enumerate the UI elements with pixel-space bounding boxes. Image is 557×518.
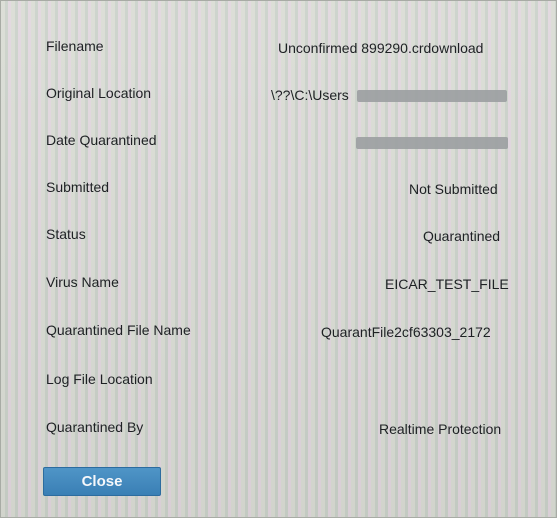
quarantined-file-name-value: QuarantFile2cf63303_2172	[321, 324, 491, 340]
redacted-path-block	[357, 90, 507, 102]
date-quarantined-label: Date Quarantined	[46, 132, 157, 148]
quarantine-details-dialog: Filename Unconfirmed 899290.crdownload O…	[0, 0, 557, 518]
virus-name-value: EICAR_TEST_FILE	[385, 276, 509, 292]
redacted-date-block	[356, 137, 508, 149]
quarantined-by-value: Realtime Protection	[379, 421, 502, 437]
detail-row-filename: Filename Unconfirmed 899290.crdownload	[1, 38, 557, 62]
detail-row-quarantined-file-name: Quarantined File Name QuarantFile2cf6330…	[1, 322, 557, 346]
original-location-label: Original Location	[46, 85, 152, 101]
close-button[interactable]: Close	[43, 467, 161, 496]
detail-row-submitted: Submitted Not Submitted	[1, 179, 557, 203]
detail-row-date-quarantined: Date Quarantined	[1, 132, 557, 156]
filename-value: Unconfirmed 899290.crdownload	[278, 40, 484, 56]
detail-row-status: Status Quarantined	[1, 226, 557, 250]
quarantined-by-label: Quarantined By	[46, 419, 144, 435]
submitted-label: Submitted	[46, 179, 110, 195]
detail-row-virus-name: Virus Name EICAR_TEST_FILE	[1, 274, 557, 298]
original-location-value: \??\C:\Users	[271, 87, 349, 103]
detail-row-log-file-location: Log File Location	[1, 371, 557, 395]
detail-row-quarantined-by: Quarantined By Realtime Protection	[1, 419, 557, 443]
quarantined-file-name-label: Quarantined File Name	[46, 322, 191, 338]
status-label: Status	[46, 226, 86, 242]
submitted-value: Not Submitted	[409, 181, 498, 197]
virus-name-label: Virus Name	[46, 274, 119, 290]
filename-label: Filename	[46, 38, 104, 54]
detail-row-original-location: Original Location \??\C:\Users	[1, 85, 557, 109]
log-file-location-label: Log File Location	[46, 371, 153, 387]
status-value: Quarantined	[423, 228, 501, 244]
